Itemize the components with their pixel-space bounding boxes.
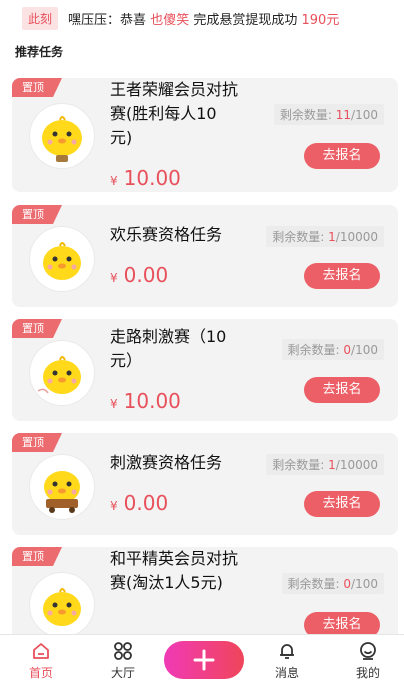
price-value: 0.00 <box>123 491 169 515</box>
pinned-badge: 置顶 <box>12 78 62 97</box>
section-title: 推荐任务 <box>15 45 64 59</box>
tab-label: 消息 <box>274 666 299 680</box>
remain-value: 0 <box>343 577 352 591</box>
task-price: ¥0.00 <box>110 263 168 287</box>
task-avatar <box>30 227 94 291</box>
remain-total: /100 <box>351 343 378 357</box>
chick-icon <box>37 356 81 394</box>
pinned-badge: 置顶 <box>12 205 62 224</box>
home-icon <box>33 643 49 659</box>
remain-label: 剩余数量: <box>279 108 332 122</box>
publish-button[interactable] <box>164 641 244 679</box>
task-price: ¥10.00 <box>110 389 181 413</box>
task-card[interactable]: 置顶 欢乐赛资格任务 ¥0.00 剩余数量: 1/10000 去报名 <box>12 205 398 307</box>
task-avatar <box>30 341 94 405</box>
price-value: 0.00 <box>123 263 169 287</box>
task-title: 和平精英会员对抗赛(淘汰1人5元) <box>110 549 239 592</box>
plus-icon <box>193 649 215 671</box>
price-value: 10.00 <box>123 166 181 190</box>
currency-symbol: ¥ <box>110 271 118 285</box>
remaining-count: 剩余数量: 11/100 <box>273 104 384 125</box>
chick-icon <box>42 116 82 162</box>
ticker-action: 完成悬赏提现成功 <box>193 12 298 28</box>
ticker-tag: 此刻 <box>22 6 59 30</box>
remain-label: 剩余数量: <box>272 230 325 244</box>
remaining-count: 剩余数量: 0/100 <box>281 573 384 594</box>
remain-value: 1 <box>328 458 336 472</box>
tab-label: 首页 <box>28 666 53 680</box>
remain-total: /10000 <box>335 458 378 472</box>
tab-mine[interactable]: 我的 <box>343 641 393 681</box>
currency-symbol: ¥ <box>110 174 118 188</box>
ticker-user: 嘿压压 <box>68 12 108 28</box>
remaining-count: 剩余数量: 1/10000 <box>266 454 384 475</box>
remain-total: /10000 <box>335 230 378 244</box>
ticker-congrats: ：恭喜 <box>107 12 147 28</box>
chick-icon <box>44 471 80 513</box>
task-title: 欢乐赛资格任务 <box>110 225 223 244</box>
pinned-badge: 置顶 <box>12 433 62 452</box>
task-card[interactable]: 置顶 王者荣耀会员对抗赛(胜利每人10元) ¥10.00 剩余数量: 11/10… <box>12 78 398 192</box>
currency-symbol: ¥ <box>110 397 118 411</box>
remain-label: 剩余数量: <box>287 343 340 357</box>
currency-symbol: ¥ <box>110 499 118 513</box>
ticker-message: 嘿压压：恭喜 也傻笑 完成悬赏提现成功 190元 <box>68 9 339 28</box>
task-title: 刺激赛资格任务 <box>110 453 223 472</box>
ticker-highlight-user: 也傻笑 <box>150 12 190 28</box>
task-title: 王者荣耀会员对抗赛(胜利每人10元) <box>110 80 239 147</box>
ticker-amount: 190元 <box>301 12 340 28</box>
task-title: 走路刺激赛（10元） <box>110 327 227 370</box>
task-card[interactable]: 置顶 走路刺激赛（10元） ¥10.00 剩余数量: 0/100 去报名 <box>12 319 398 421</box>
chick-icon <box>43 588 81 626</box>
remain-label: 剩余数量: <box>287 577 340 591</box>
task-avatar <box>30 573 94 637</box>
task-price: ¥10.00 <box>110 166 181 190</box>
task-card[interactable]: 置顶 刺激赛资格任务 ¥0.00 剩余数量: 1/10000 去报名 <box>12 433 398 535</box>
remain-total: /100 <box>351 108 378 122</box>
tab-label: 大厅 <box>110 666 135 680</box>
task-avatar <box>30 455 94 519</box>
pinned-badge: 置顶 <box>12 547 62 566</box>
price-value: 10.00 <box>123 389 181 413</box>
task-card[interactable]: 置顶 和平精英会员对抗赛(淘汰1人5元) 剩余数量: 0/100 去报名 <box>12 547 398 647</box>
tab-home[interactable]: 首页 <box>16 641 66 681</box>
remain-value: 11 <box>335 108 352 122</box>
join-button[interactable]: 去报名 <box>304 377 380 403</box>
chick-icon <box>43 242 81 280</box>
remain-value: 0 <box>343 343 352 357</box>
grid-icon <box>114 642 132 660</box>
join-button[interactable]: 去报名 <box>304 491 380 517</box>
remain-label: 剩余数量: <box>272 458 325 472</box>
tab-messages[interactable]: 消息 <box>262 641 312 681</box>
task-avatar <box>30 104 94 168</box>
remain-total: /100 <box>351 577 378 591</box>
announcement-ticker: 此刻 嘿压压：恭喜 也傻笑 完成悬赏提现成功 190元 <box>0 0 404 36</box>
bell-icon <box>280 644 294 659</box>
join-button[interactable]: 去报名 <box>304 143 380 169</box>
remaining-count: 剩余数量: 1/10000 <box>266 226 384 247</box>
remaining-count: 剩余数量: 0/100 <box>281 339 384 360</box>
tab-hall[interactable]: 大厅 <box>98 641 148 681</box>
pinned-badge: 置顶 <box>12 319 62 338</box>
tab-label: 我的 <box>355 666 380 680</box>
user-icon <box>360 642 376 660</box>
join-button[interactable]: 去报名 <box>304 263 380 289</box>
task-price: ¥0.00 <box>110 491 168 515</box>
remain-value: 1 <box>328 230 336 244</box>
